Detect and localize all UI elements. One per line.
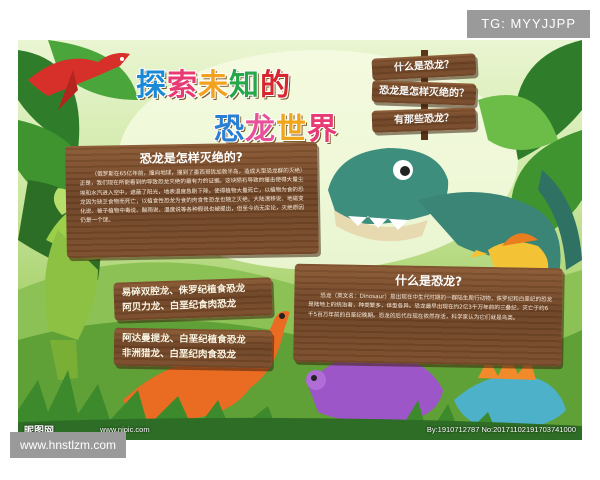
sign-which-dinosaurs: 有那些恐龙？	[371, 107, 477, 133]
what-panel-text: 恐龙（英文名：Dinosaur）是出现在中生代时期的一群陆生爬行动物，侏罗纪和白…	[307, 293, 553, 322]
extinction-panel: 恐龙是怎样灭绝的? （俄罗斯在65亿年前，撞向地球，撞到了墨西哥犹加敦半岛，造成…	[65, 141, 319, 259]
dinosaur-list-item: 非洲猎龙、白垩纪肉食恐龙	[121, 347, 236, 361]
watermark-top: TG: MYYJJPP	[467, 10, 590, 38]
extinction-panel-title: 恐龙是怎样灭绝的?	[139, 150, 243, 166]
extinction-panel-text: （俄罗斯在65亿年前，撞向地球，撞到了墨西哥犹加敦半岛，造成大型恐龙群的灭绝）正…	[79, 168, 306, 225]
title-char: 恐	[214, 112, 245, 147]
title-char: 知	[229, 68, 260, 103]
sign-how-extinct: 恐龙是怎样灭绝的？	[371, 80, 477, 106]
title-char: 未	[198, 68, 229, 103]
watermark-bottom: www.hnstlzm.com	[10, 432, 127, 458]
what-panel-title: 什么是恐龙?	[394, 273, 463, 289]
dinosaur-list-sign-2: 阿达曼提龙、白垩纪植食恐龙 非洲猎龙、白垩纪肉食恐龙	[113, 327, 273, 369]
dinosaur-poster: 探索未知的 恐龙世界 什么是恐龙？ 恐龙是怎样灭绝的？ 有那些恐龙？ 恐龙是怎样…	[18, 40, 582, 440]
poster-title-line1: 探索未知的	[136, 60, 291, 104]
title-char: 索	[167, 68, 198, 103]
what-is-dinosaur-panel: 什么是恐龙? 恐龙（英文名：Dinosaur）是出现在中生代时期的一群陆生爬行动…	[293, 263, 563, 367]
poster-title-line2: 恐龙世界	[214, 104, 338, 148]
title-char: 探	[136, 68, 167, 103]
title-char: 的	[260, 68, 291, 103]
dinosaur-list-sign-1: 易碎双腔龙、侏罗纪植食恐龙 阿贝力龙、白垩纪食肉恐龙	[113, 277, 273, 321]
image-id-stamp: By:1910712787 No:20171102191703741000	[426, 425, 576, 434]
